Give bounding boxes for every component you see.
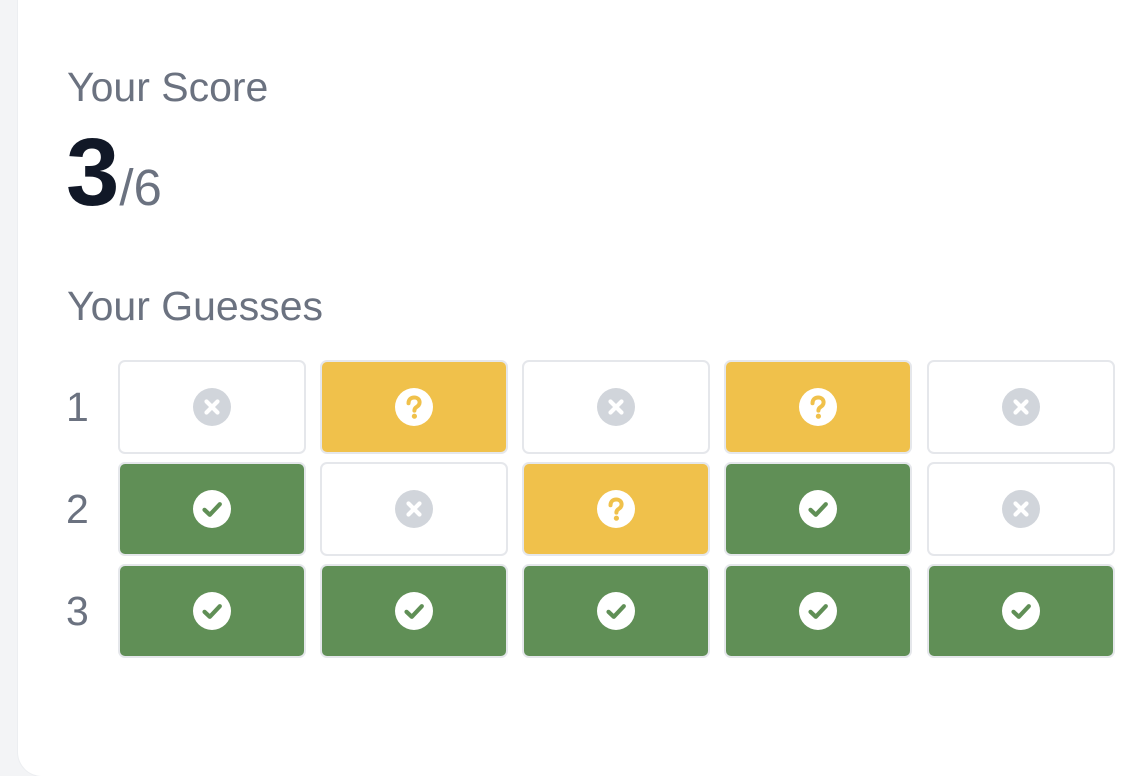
guess-cell-miss[interactable] (522, 360, 710, 454)
guess-cell-correct[interactable] (320, 564, 508, 658)
question-circle-icon (597, 490, 635, 528)
guess-cell-present[interactable] (320, 360, 508, 454)
question-circle-icon (395, 388, 433, 426)
check-circle-icon (193, 490, 231, 528)
check-circle-icon (1002, 592, 1040, 630)
guess-cell-correct[interactable] (118, 462, 306, 556)
score-total: /6 (119, 159, 162, 216)
question-circle-icon (799, 388, 837, 426)
guess-cell-miss[interactable] (118, 360, 306, 454)
check-circle-icon (395, 592, 433, 630)
guess-cell-miss[interactable] (320, 462, 508, 556)
score-value: 3 (66, 119, 120, 226)
x-circle-icon (193, 388, 231, 426)
guess-cell-correct[interactable] (522, 564, 710, 658)
guess-row-label: 2 (66, 486, 89, 532)
check-circle-icon (799, 490, 837, 528)
x-circle-icon (395, 490, 433, 528)
check-circle-icon (799, 592, 837, 630)
x-circle-icon (1002, 490, 1040, 528)
guess-cell-correct[interactable] (724, 564, 912, 658)
score-display: 3/6 (66, 118, 162, 228)
guesses-title: Your Guesses (67, 283, 324, 329)
guess-cell-correct[interactable] (927, 564, 1115, 658)
guess-cell-present[interactable] (724, 360, 912, 454)
check-circle-icon (597, 592, 635, 630)
guess-cell-correct[interactable] (724, 462, 912, 556)
guess-cell-present[interactable] (522, 462, 710, 556)
check-circle-icon (193, 592, 231, 630)
score-title: Your Score (67, 64, 269, 110)
guess-cell-miss[interactable] (927, 360, 1115, 454)
guess-cell-correct[interactable] (118, 564, 306, 658)
guess-row-label: 3 (66, 588, 89, 634)
guess-cell-miss[interactable] (927, 462, 1115, 556)
x-circle-icon (1002, 388, 1040, 426)
x-circle-icon (597, 388, 635, 426)
guess-row-label: 1 (66, 384, 89, 430)
